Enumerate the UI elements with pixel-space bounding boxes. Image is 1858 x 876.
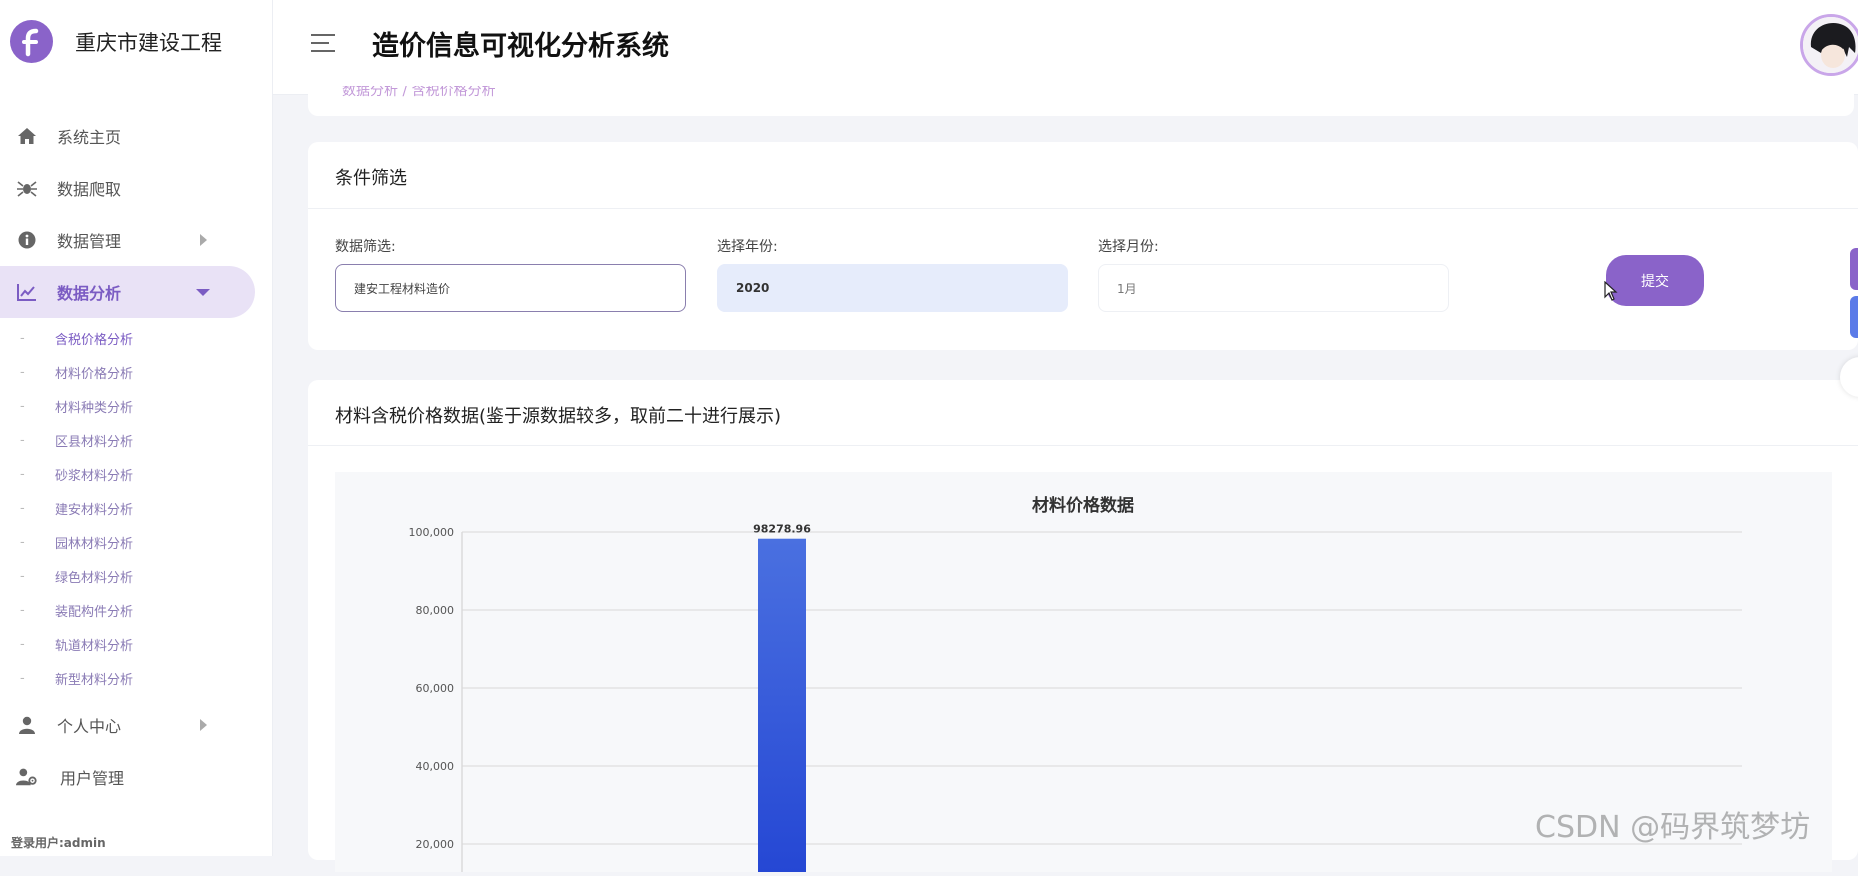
sidebar-item-data-management[interactable]: 数据管理	[0, 214, 272, 266]
sidebar-item-crawl[interactable]: 数据爬取	[0, 162, 272, 214]
month-label: 选择月份:	[1098, 239, 1159, 255]
brand-logo-icon	[10, 20, 53, 63]
sidebar-menu: 系统主页 数据爬取 数据管理 数据分析 - 含税价格分析 - 材料价格分析 - …	[0, 110, 272, 803]
divider	[308, 208, 1858, 209]
submenu-label: 材料价格分析	[55, 366, 134, 382]
sidebar-item-label: 数据分析	[57, 284, 122, 303]
chevron-right-icon	[200, 234, 207, 246]
month-select[interactable]: 1月	[1098, 264, 1449, 312]
sidebar-item-label: 系统主页	[57, 128, 122, 147]
chevron-right-icon	[200, 719, 207, 731]
page-title: 造价信息可视化分析系统	[372, 31, 669, 62]
data-filter-label: 数据筛选:	[335, 239, 396, 255]
submenu-label: 轨道材料分析	[55, 638, 134, 654]
chart-card: 材料含税价格数据(鉴于源数据较多，取前二十进行展示) 材料价格数据 100,000…	[308, 380, 1858, 872]
y-tick-label: 60,000	[416, 682, 455, 695]
chart-section-title: 材料含税价格数据(鉴于源数据较多，取前二十进行展示)	[335, 406, 782, 427]
submenu-item[interactable]: - 绿色材料分析	[0, 559, 272, 593]
submenu-item[interactable]: - 含税价格分析	[0, 321, 272, 355]
dash-marker: -	[20, 670, 25, 686]
bar[interactable]	[758, 538, 806, 872]
dash-marker: -	[20, 534, 25, 550]
divider	[308, 445, 1858, 446]
avatar[interactable]	[1800, 14, 1858, 76]
spider-icon	[16, 177, 38, 199]
sidebar-item-label: 数据爬取	[57, 180, 122, 199]
submenu-label: 区县材料分析	[55, 434, 134, 450]
dash-marker: -	[20, 466, 25, 482]
submenu-label: 装配构件分析	[55, 604, 134, 620]
chart-title: 材料价格数据	[1032, 495, 1134, 516]
year-select[interactable]: 2020	[717, 264, 1068, 312]
dash-marker: -	[20, 432, 25, 448]
brand-name: 重庆市建设工程	[75, 30, 222, 55]
submenu-item[interactable]: - 装配构件分析	[0, 593, 272, 627]
submenu-item[interactable]: - 砂浆材料分析	[0, 457, 272, 491]
sidebar-item-label: 数据管理	[57, 232, 122, 251]
submenu-item[interactable]: - 区县材料分析	[0, 423, 272, 457]
dash-marker: -	[20, 602, 25, 618]
submenu-label: 砂浆材料分析	[55, 468, 134, 484]
y-tick-label: 40,000	[416, 760, 455, 773]
y-tick-label: 20,000	[416, 838, 455, 851]
dash-marker: -	[20, 330, 25, 346]
submenu-label: 园林材料分析	[55, 536, 134, 552]
dash-marker: -	[20, 364, 25, 380]
brand[interactable]: 重庆市建设工程	[10, 20, 222, 63]
y-tick-label: 80,000	[416, 604, 455, 617]
filter-title: 条件筛选	[335, 168, 407, 189]
dash-marker: -	[20, 500, 25, 516]
sidebar-item-data-analysis[interactable]: 数据分析	[0, 266, 255, 318]
line-chart-icon	[16, 281, 38, 303]
sidebar-item-label: 个人中心	[57, 717, 122, 736]
sidebar-item-home[interactable]: 系统主页	[0, 110, 272, 162]
login-user: 登录用户:admin	[11, 836, 106, 850]
submenu-item[interactable]: - 建安材料分析	[0, 491, 272, 525]
dash-marker: -	[20, 398, 25, 414]
info-icon	[16, 229, 38, 251]
breadcrumb: 数据分析 / 含税价格分析	[308, 86, 1854, 116]
sidebar-item-label: 用户管理	[60, 769, 125, 788]
menu-toggle-icon[interactable]	[311, 34, 335, 54]
top-header: 造价信息可视化分析系统	[273, 0, 1858, 95]
breadcrumb-text[interactable]: 数据分析 / 含税价格分析	[342, 86, 496, 100]
home-icon	[16, 125, 38, 147]
submit-button[interactable]: 提交	[1606, 255, 1704, 306]
submenu-label: 含税价格分析	[55, 332, 134, 348]
data-filter-select[interactable]: 建安工程材料造价	[335, 264, 686, 312]
submenu-label: 材料种类分析	[55, 400, 134, 416]
submenu-item[interactable]: - 新型材料分析	[0, 661, 272, 695]
submenu-item[interactable]: - 材料种类分析	[0, 389, 272, 423]
submenu-item[interactable]: - 轨道材料分析	[0, 627, 272, 661]
sidebar: 重庆市建设工程 系统主页 数据爬取 数据管理 数据分析 - 含税价格分析 - 材…	[0, 0, 273, 856]
mouse-cursor-icon	[1604, 281, 1618, 301]
submenu-label: 绿色材料分析	[55, 570, 134, 586]
sidebar-item-user-management[interactable]: 用户管理	[0, 751, 272, 803]
side-tab-purple[interactable]	[1850, 248, 1858, 290]
watermark: CSDN @码界筑梦坊	[1535, 810, 1811, 845]
analysis-submenu: - 含税价格分析 - 材料价格分析 - 材料种类分析 - 区县材料分析 - 砂浆材料分析 …	[0, 321, 272, 695]
submenu-label: 新型材料分析	[55, 672, 134, 688]
submenu-item[interactable]: - 材料价格分析	[0, 355, 272, 389]
filter-card: 条件筛选 数据筛选: 建安工程材料造价 选择年份: 2020 选择月份: 1月 …	[308, 142, 1858, 350]
submenu-item[interactable]: - 园林材料分析	[0, 525, 272, 559]
dash-marker: -	[20, 568, 25, 584]
submenu-label: 建安材料分析	[55, 502, 134, 518]
y-tick-label: 100,000	[409, 526, 455, 539]
user-icon	[16, 714, 38, 736]
user-gear-icon	[16, 766, 38, 788]
dash-marker: -	[20, 636, 25, 652]
year-label: 选择年份:	[717, 239, 778, 255]
chevron-down-icon	[196, 288, 210, 296]
side-tab-blue[interactable]	[1850, 296, 1858, 338]
sidebar-item-profile[interactable]: 个人中心	[0, 699, 272, 751]
bar-value-label: 98278.96	[753, 523, 811, 536]
